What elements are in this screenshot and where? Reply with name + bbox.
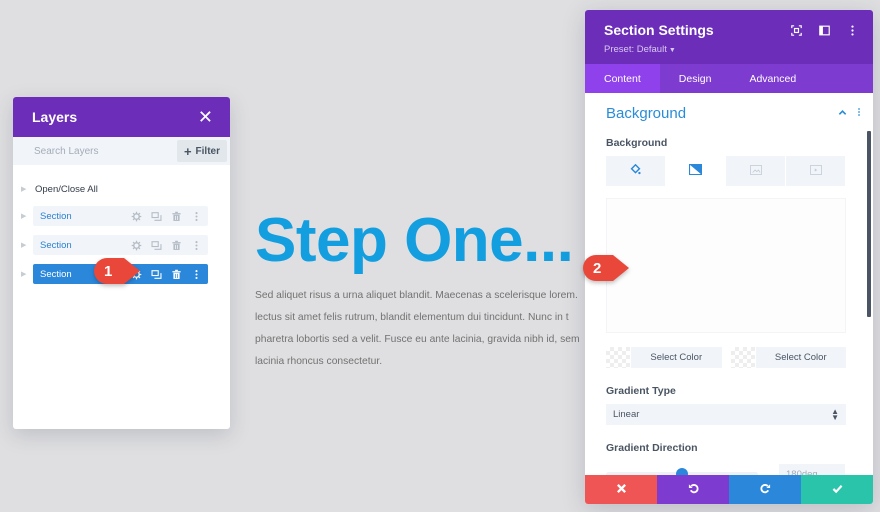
filter-label: Filter xyxy=(195,145,220,157)
paragraph-line: pharetra lobortis sed a velit. Fusce eu … xyxy=(255,334,580,345)
background-color-tab[interactable] xyxy=(606,156,665,186)
trash-icon[interactable] xyxy=(170,239,182,251)
video-icon xyxy=(809,162,822,180)
callout-pointer xyxy=(124,258,140,284)
callout-number: 2 xyxy=(583,255,613,281)
preset-label: Preset: Default xyxy=(604,44,667,55)
more-vertical-icon[interactable] xyxy=(857,107,861,120)
layers-title: Layers xyxy=(32,109,78,125)
focus-icon[interactable] xyxy=(789,23,803,37)
open-close-all[interactable]: ▶ Open/Close All xyxy=(13,181,230,197)
trash-icon[interactable] xyxy=(170,210,182,222)
paragraph-line: lectus sit amet felis rutrum, blandit el… xyxy=(255,312,569,323)
more-vertical-icon[interactable] xyxy=(190,210,202,222)
gradient-direction-control: 180deg xyxy=(606,464,873,475)
discard-button[interactable] xyxy=(585,475,657,504)
callout-number: 1 xyxy=(94,258,124,284)
gradient-end-color: Select Color xyxy=(730,347,846,368)
more-vertical-icon[interactable] xyxy=(190,268,202,280)
close-icon[interactable]: ✕ xyxy=(198,108,213,126)
callout-step-1: 1 xyxy=(94,258,140,284)
gear-icon[interactable] xyxy=(130,239,142,251)
expand-triangle-icon[interactable]: ▶ xyxy=(21,241,33,249)
settings-tabs: Content Design Advanced xyxy=(585,64,873,93)
gradient-color-stops: Select Color Select Color xyxy=(606,347,846,368)
gradient-preview xyxy=(606,198,846,333)
select-arrows-icon: ▲ ▼ xyxy=(831,406,839,422)
page-paragraph: Sed aliquet risus a urna aliquet blandit… xyxy=(255,285,587,375)
gradient-type-label: Gradient Type xyxy=(606,385,676,397)
duplicate-icon[interactable] xyxy=(150,239,162,251)
tab-advanced[interactable]: Advanced xyxy=(730,64,815,93)
color-swatch[interactable] xyxy=(606,347,630,368)
layer-label: Section xyxy=(40,210,72,222)
tab-content[interactable]: Content xyxy=(585,64,660,93)
gradient-start-color: Select Color xyxy=(606,347,722,368)
undo-icon xyxy=(688,481,699,499)
settings-scrollbar[interactable] xyxy=(867,131,871,317)
gradient-direction-input[interactable]: 180deg xyxy=(779,464,845,475)
gear-icon[interactable] xyxy=(130,210,142,222)
more-vertical-icon[interactable] xyxy=(845,23,859,37)
preset-dropdown[interactable]: Preset: Default ▼ xyxy=(604,44,873,55)
paragraph-line: lacinia rhoncus consectetur. xyxy=(255,356,383,367)
background-image-tab[interactable] xyxy=(726,156,785,186)
settings-header: Section Settings Preset: Default ▼ xyxy=(585,10,873,64)
color-swatch[interactable] xyxy=(730,347,755,368)
duplicate-icon[interactable] xyxy=(150,268,162,280)
page-heading: Step One... xyxy=(255,206,574,275)
layer-row: ▶ Section xyxy=(13,235,230,255)
slider-handle[interactable] xyxy=(676,467,688,475)
expand-triangle-icon[interactable]: ▶ xyxy=(21,212,33,220)
layers-search-bar: + Filter xyxy=(13,137,230,165)
plus-icon: + xyxy=(183,143,192,159)
check-icon xyxy=(832,481,843,499)
filter-button[interactable]: + Filter xyxy=(176,140,227,162)
background-section-header[interactable]: Background xyxy=(585,93,873,122)
chevron-up-icon[interactable] xyxy=(838,108,847,120)
redo-button[interactable] xyxy=(729,475,801,504)
layer-label: Section xyxy=(40,268,72,280)
background-video-tab[interactable] xyxy=(786,156,845,186)
open-close-all-label: Open/Close All xyxy=(35,183,98,195)
layer-row: ▶ Section xyxy=(13,206,230,226)
gradient-type-select[interactable]: Linear ▲ ▼ xyxy=(606,404,846,425)
expand-triangle-icon: ▶ xyxy=(21,186,27,193)
close-icon xyxy=(616,481,627,499)
section-title: Background xyxy=(606,105,687,122)
caret-down-icon: ▼ xyxy=(668,47,676,54)
background-gradient-tab[interactable] xyxy=(666,156,725,186)
gradient-direction-label: Gradient Direction xyxy=(606,442,698,454)
gradient-icon xyxy=(688,162,703,180)
select-color-button[interactable]: Select Color xyxy=(631,347,722,368)
paint-bucket-icon xyxy=(630,162,641,180)
duplicate-icon[interactable] xyxy=(150,210,162,222)
callout-pointer xyxy=(613,255,629,281)
expand-triangle-icon[interactable]: ▶ xyxy=(21,270,33,278)
background-type-tabs xyxy=(606,156,846,186)
settings-body: Background Background Select Color Selec… xyxy=(585,93,873,475)
gradient-type-value: Linear xyxy=(613,409,640,420)
more-vertical-icon[interactable] xyxy=(190,239,202,251)
paragraph-line: Sed aliquet risus a urna aliquet blandit… xyxy=(255,290,578,301)
undo-button[interactable] xyxy=(657,475,729,504)
redo-icon xyxy=(759,481,771,499)
layer-item-section[interactable]: Section xyxy=(33,206,208,226)
image-icon xyxy=(749,162,762,180)
layer-label: Section xyxy=(40,239,72,251)
select-color-button[interactable]: Select Color xyxy=(755,347,846,368)
layer-item-section[interactable]: Section xyxy=(33,235,208,255)
layers-header: Layers ✕ xyxy=(13,97,230,137)
settings-footer xyxy=(585,475,873,504)
save-button[interactable] xyxy=(801,475,873,504)
trash-icon[interactable] xyxy=(170,268,182,280)
background-label: Background xyxy=(606,137,668,149)
callout-step-2: 2 xyxy=(583,255,629,281)
sidebar-layout-icon[interactable] xyxy=(817,23,831,37)
tab-design[interactable]: Design xyxy=(660,64,731,93)
search-layers-input[interactable] xyxy=(34,145,164,157)
